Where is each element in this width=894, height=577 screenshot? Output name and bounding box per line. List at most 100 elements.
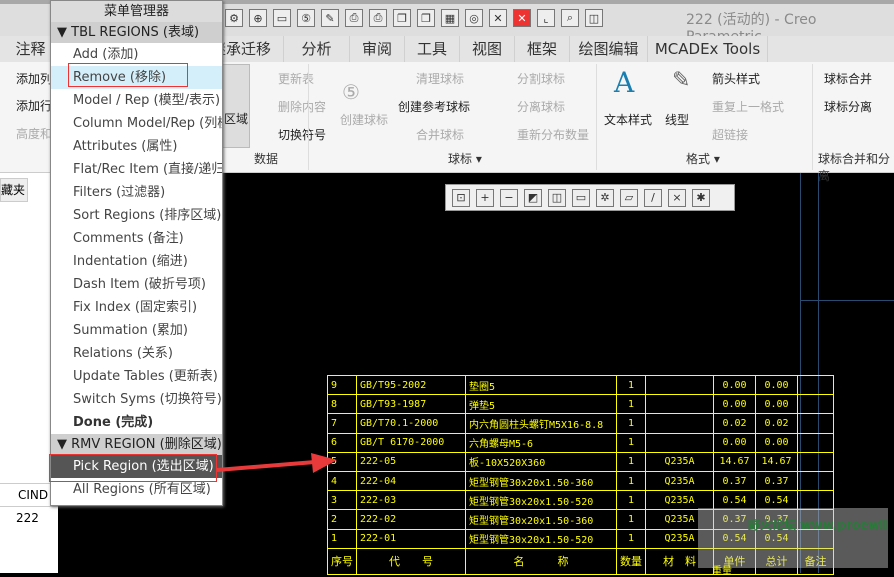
table-cell[interactable]: Q235A (645, 490, 714, 511)
print2-icon[interactable]: ⎙ (369, 9, 387, 27)
close-red-icon[interactable]: ✕ (513, 9, 531, 27)
table-cell[interactable]: 222-01 (356, 528, 466, 549)
saved-view-icon[interactable]: ▭ (572, 188, 590, 207)
menu-item[interactable]: Dash Item (破折号项) (51, 273, 222, 296)
table-cell[interactable]: 14.67 (755, 451, 798, 472)
copy-icon[interactable]: ❐ (393, 9, 411, 27)
hyperlink-button[interactable]: 超链接 (712, 126, 748, 143)
table-cell[interactable] (797, 374, 834, 396)
table-cell[interactable]: 1 (616, 374, 646, 396)
tab-view[interactable]: 视图 (460, 36, 515, 62)
balloon-group-label[interactable]: 球标 ▾ (448, 150, 482, 167)
table-cell[interactable]: 222-04 (356, 470, 466, 492)
window-icon[interactable]: ▭ (273, 9, 291, 27)
table-cell[interactable]: 0.00 (713, 374, 756, 396)
menu-section-header[interactable]: ▼ RMV REGION (删除区域) (51, 434, 222, 455)
table-cell[interactable]: 0.37 (755, 470, 798, 492)
regen-icon[interactable]: ⚙ (225, 9, 243, 27)
add-row-button[interactable]: 添加行 (16, 97, 52, 114)
menu-item[interactable]: Sort Regions (排序区域) (51, 204, 222, 227)
frame-icon[interactable]: ⌞ (537, 9, 555, 27)
x-icon[interactable]: ✕ (489, 9, 507, 27)
table-cell[interactable] (797, 490, 834, 511)
menu-item[interactable]: Done (完成) (51, 411, 222, 434)
balloon-detach-button[interactable]: 球标分离 (824, 98, 872, 115)
table-cell[interactable]: 六角螺母M5-6 (465, 432, 617, 453)
copy2-icon[interactable]: ❐ (417, 9, 435, 27)
menu-item[interactable]: Summation (累加) (51, 319, 222, 342)
table-cell[interactable] (797, 451, 834, 472)
table-cell[interactable]: 板-10X520X360 (465, 451, 617, 472)
menu-item[interactable]: Indentation (缩进) (51, 250, 222, 273)
point-icon[interactable]: × (668, 188, 686, 207)
edit-icon[interactable]: ✎ (321, 9, 339, 27)
tab-analysis[interactable]: 分析 (284, 36, 350, 62)
menu-item[interactable]: Column Model/Rep (列模型/表示) (51, 112, 222, 135)
table-cell[interactable] (797, 432, 834, 453)
table-cell[interactable]: 222-05 (356, 451, 466, 472)
zoom-in-icon[interactable]: + (476, 188, 494, 207)
table-cell[interactable] (797, 413, 834, 434)
table-cell[interactable]: 0.00 (713, 432, 756, 453)
line-style-button[interactable]: 线型 (665, 111, 689, 128)
table-cell[interactable]: 矩型钢管30x20x1.50-360 (465, 470, 617, 492)
table-cell[interactable]: 3 (327, 490, 357, 511)
zoom-out-icon[interactable]: − (500, 188, 518, 207)
balloon-merge-button[interactable]: 球标合并 (824, 70, 872, 87)
table-cell[interactable]: 0.00 (713, 394, 756, 415)
zoom-fit-icon[interactable]: ⊡ (452, 188, 470, 207)
table-cell[interactable]: GB/T70.1-2000 (356, 413, 466, 434)
sketch-icon[interactable]: ◎ (465, 9, 483, 27)
table-cell[interactable]: 7 (327, 413, 357, 434)
detach-balloon-button[interactable]: 分离球标 (517, 98, 565, 115)
tab-drawing-edit[interactable]: 绘图编辑 (570, 36, 648, 62)
table-cell[interactable]: 2 (327, 509, 357, 530)
zoom-window-icon[interactable]: ⌕ (561, 9, 579, 27)
tab-review[interactable]: 审阅 (350, 36, 405, 62)
table-cell[interactable] (645, 432, 714, 453)
repaint-icon[interactable]: ◩ (524, 188, 542, 207)
table-cell[interactable]: GB/T93-1987 (356, 394, 466, 415)
table-cell[interactable]: 1 (616, 432, 646, 453)
table-cell[interactable]: 9 (327, 374, 357, 396)
text-style-button[interactable]: 文本样式 (604, 111, 652, 128)
table-cell[interactable]: 垫圈5 (465, 374, 617, 396)
tab-mcadex[interactable]: MCADEx Tools (648, 36, 768, 62)
arrow-style-button[interactable]: 箭头样式 (712, 70, 760, 87)
menu-item[interactable]: Model / Rep (模型/表示) (51, 89, 222, 112)
csys-icon[interactable]: ✱ (692, 188, 710, 207)
menu-item[interactable]: Flat/Rec Item (直接/递归项) (51, 158, 222, 181)
table-cell[interactable]: 矩型钢管30x20x1.50-520 (465, 490, 617, 511)
balloon-icon[interactable]: ⑤ (297, 9, 315, 27)
table-cell[interactable]: 1 (616, 509, 646, 530)
table-cell[interactable]: 1 (616, 413, 646, 434)
menu-item[interactable]: Fix Index (固定索引) (51, 296, 222, 319)
datum-icon[interactable]: ✲ (596, 188, 614, 207)
create-balloon-button[interactable]: 创建球标 (340, 111, 388, 128)
menu-item[interactable]: Filters (过滤器) (51, 181, 222, 204)
table-cell[interactable] (645, 394, 714, 415)
display-style-icon[interactable]: ◫ (548, 188, 566, 207)
menu-item[interactable]: Relations (关系) (51, 342, 222, 365)
table-cell[interactable]: 1 (616, 490, 646, 511)
menu-item[interactable]: Attributes (属性) (51, 135, 222, 158)
table-cell[interactable]: 0.37 (713, 470, 756, 492)
delete-content-button[interactable]: 删除内容 (278, 98, 326, 115)
table-cell[interactable]: 0.54 (755, 490, 798, 511)
create-ref-balloon-button[interactable]: 创建参考球标 (398, 98, 470, 115)
table-cell[interactable]: 1 (616, 451, 646, 472)
table-cell[interactable]: 矩型钢管30x20x1.50-360 (465, 509, 617, 530)
print-icon[interactable]: ⎙ (345, 9, 363, 27)
table-cell[interactable]: 222-02 (356, 509, 466, 530)
table-cell[interactable]: 弹垫5 (465, 394, 617, 415)
table-cell[interactable]: 8 (327, 394, 357, 415)
table-cell[interactable]: 1 (616, 528, 646, 549)
table-cell[interactable]: 14.67 (713, 451, 756, 472)
menu-item[interactable]: Update Tables (更新表) (51, 365, 222, 388)
table-cell[interactable]: Q235A (645, 470, 714, 492)
add-column-button[interactable]: 添加列 (16, 70, 52, 87)
table-cell[interactable]: 1 (327, 528, 357, 549)
plane-icon[interactable]: ▱ (620, 188, 638, 207)
table-cell[interactable]: 1 (616, 470, 646, 492)
table-cell[interactable]: GB/T 6170-2000 (356, 432, 466, 453)
